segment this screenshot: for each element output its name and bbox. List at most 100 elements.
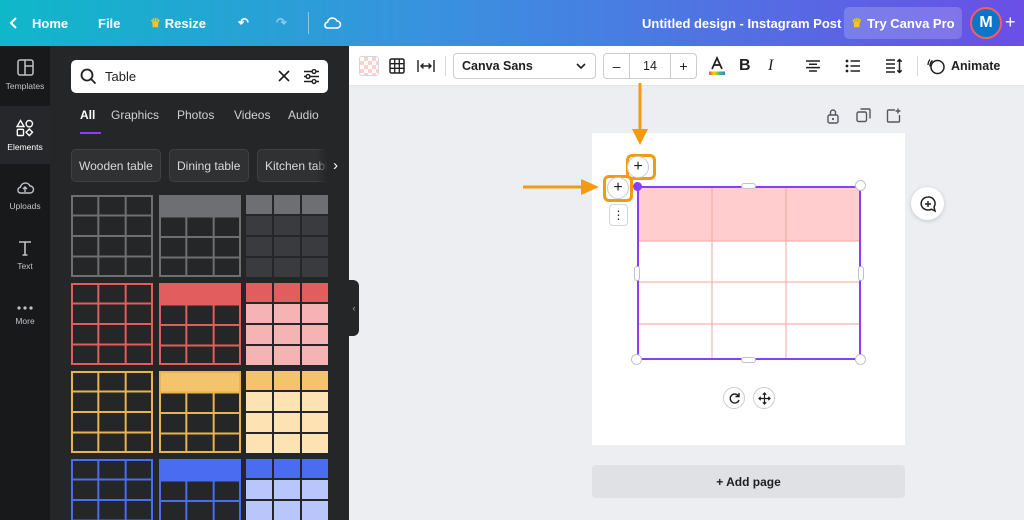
crown-icon: ♛ <box>851 16 863 30</box>
try-canva-pro-button[interactable]: ♛ Try Canva Pro <box>844 7 962 39</box>
annotation-arrow-down <box>632 83 648 145</box>
chip-dining-table[interactable]: Dining table <box>169 149 249 182</box>
table-template-plain[interactable] <box>71 283 153 365</box>
home-button[interactable]: Home <box>32 0 68 46</box>
lock-icon[interactable] <box>826 108 840 126</box>
add-row-button[interactable]: + <box>607 177 629 199</box>
table-grid-icon[interactable] <box>389 46 405 86</box>
resize-handle-top-right[interactable] <box>855 180 866 191</box>
resize-handle-bottom-right[interactable] <box>855 354 866 365</box>
rotate-icon[interactable] <box>723 387 745 409</box>
add-comment-button[interactable] <box>911 187 944 220</box>
table-template-plain[interactable] <box>71 459 153 520</box>
rail-item-elements[interactable]: Elements <box>0 106 50 164</box>
design-title[interactable]: Untitled design - Instagram Post <box>642 0 841 46</box>
table-template-header[interactable] <box>159 459 241 520</box>
rail-label: Templates <box>5 81 45 91</box>
tab-videos[interactable]: Videos <box>234 108 270 122</box>
add-collaborator-icon[interactable]: + <box>1005 12 1016 33</box>
comment-icon <box>919 195 936 212</box>
search-box <box>71 60 328 93</box>
table-template-striped[interactable] <box>246 371 328 453</box>
move-icon[interactable] <box>753 387 775 409</box>
selected-cell-dot <box>633 182 642 191</box>
uploads-icon <box>17 181 35 194</box>
font-size-stepper: – + <box>603 53 697 79</box>
duplicate-page-icon[interactable] <box>856 108 871 126</box>
resize-handle-right[interactable] <box>858 266 864 281</box>
back-chevron-icon[interactable] <box>8 0 20 46</box>
crown-icon: ♛ <box>150 16 161 30</box>
add-column-button[interactable]: + <box>627 156 649 178</box>
undo-icon[interactable]: ↶ <box>238 0 249 46</box>
rail-label: Uploads <box>9 200 41 211</box>
divider <box>308 12 309 34</box>
table-template-header[interactable] <box>159 371 241 453</box>
resize-handle-top[interactable] <box>741 183 756 189</box>
resize-button[interactable]: ♛ Resize <box>150 0 206 46</box>
animate-label: Animate <box>951 59 1001 73</box>
avatar[interactable]: M <box>970 7 1002 39</box>
align-center-icon[interactable] <box>805 46 821 86</box>
italic-button[interactable]: I <box>768 46 773 86</box>
file-menu-button[interactable]: File <box>98 0 120 46</box>
resize-handle-bottom[interactable] <box>741 357 756 363</box>
selection-outline <box>637 186 861 360</box>
cloud-save-icon[interactable] <box>322 0 342 46</box>
collapse-panel-handle[interactable]: ‹ <box>349 280 359 336</box>
more-icon <box>17 305 33 310</box>
add-page-icon[interactable] <box>886 108 901 126</box>
rail-item-more[interactable]: More <box>0 286 50 344</box>
templates-icon <box>16 59 34 76</box>
table-template-striped[interactable] <box>246 195 328 277</box>
cell-spacing-icon[interactable] <box>417 46 435 86</box>
search-icon <box>80 68 97 90</box>
chevron-right-icon[interactable]: › <box>316 149 344 182</box>
font-size-input[interactable] <box>631 57 669 75</box>
table-template-plain[interactable] <box>71 371 153 453</box>
divider <box>917 56 918 76</box>
rail-item-templates[interactable]: Templates <box>0 46 50 104</box>
rail-item-text[interactable]: Text <box>0 226 50 284</box>
text-color-icon[interactable] <box>708 46 726 86</box>
rail-label: More <box>15 315 35 326</box>
divider <box>445 56 446 76</box>
bold-button[interactable]: B <box>739 46 751 86</box>
search-input[interactable] <box>105 66 265 87</box>
top-bar: Home File ♛ Resize ↶ ↷ Untitled design -… <box>0 0 1024 46</box>
resize-handle-bottom-left[interactable] <box>631 354 642 365</box>
tab-all[interactable]: All <box>80 108 95 122</box>
font-name: Canva Sans <box>462 59 533 73</box>
add-page-button[interactable]: + Add page <box>592 465 905 498</box>
tab-graphics[interactable]: Graphics <box>111 108 159 122</box>
filter-icon[interactable] <box>303 68 320 90</box>
rail-label: Elements <box>7 141 43 152</box>
table-template-header[interactable] <box>159 195 241 277</box>
table-template-striped[interactable] <box>246 283 328 365</box>
resize-handle-left[interactable] <box>634 266 640 281</box>
left-rail: Templates Elements Uploads Text More <box>0 46 50 520</box>
redo-icon[interactable]: ↷ <box>276 0 287 46</box>
font-family-select[interactable]: Canva Sans <box>453 53 596 79</box>
tab-photos[interactable]: Photos <box>177 108 214 122</box>
decrease-font-size-button[interactable]: – <box>604 54 630 78</box>
table-color-swatch[interactable] <box>359 56 379 76</box>
rail-label: Text <box>17 260 33 271</box>
table-template-striped[interactable] <box>246 459 328 520</box>
line-spacing-icon[interactable] <box>885 46 903 86</box>
more-options-icon[interactable]: ⋮ <box>609 204 628 226</box>
chip-wooden-table[interactable]: Wooden table <box>71 149 161 182</box>
elements-panel: All Graphics Photos Videos Audio Wooden … <box>50 46 349 520</box>
context-toolbar: Canva Sans – + B I Animate <box>349 46 1024 86</box>
clear-search-icon[interactable] <box>277 69 291 88</box>
table-template-plain[interactable] <box>71 195 153 277</box>
elements-icon <box>16 118 34 137</box>
increase-font-size-button[interactable]: + <box>670 54 696 78</box>
rail-item-uploads[interactable]: Uploads <box>0 166 50 224</box>
animate-button[interactable]: Animate <box>927 46 1000 86</box>
try-pro-label: Try Canva Pro <box>867 15 955 31</box>
tab-audio[interactable]: Audio <box>288 108 319 122</box>
active-tab-indicator <box>80 132 101 134</box>
table-template-header[interactable] <box>159 283 241 365</box>
list-icon[interactable] <box>845 46 861 86</box>
